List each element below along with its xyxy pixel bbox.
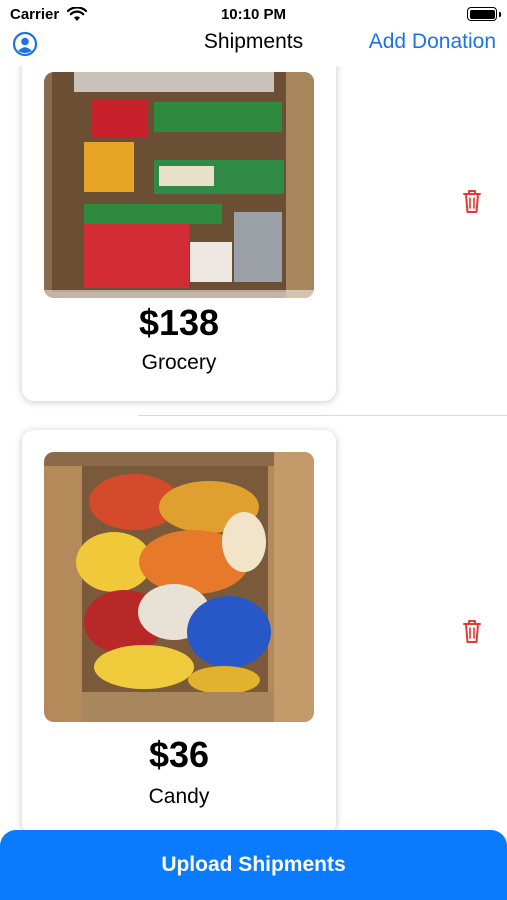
upload-shipments-button[interactable]: Upload Shipments (0, 830, 507, 900)
shipment-photo (44, 452, 314, 722)
navigation-bar: Shipments Add Donation (0, 26, 507, 66)
shipment-list[interactable]: $138 Grocery $36 Candy (0, 66, 507, 831)
shipment-price: $36 (148, 734, 210, 775)
battery-icon (467, 7, 501, 21)
trash-icon[interactable] (461, 618, 483, 644)
shipment-category: Candy (148, 785, 210, 808)
shipment-row[interactable]: $138 Grocery (0, 66, 507, 416)
clock-time: 10:10 PM (220, 6, 287, 23)
shipment-card[interactable]: $138 Grocery (22, 66, 336, 401)
shipment-photo (44, 72, 314, 298)
shipment-category: Grocery (141, 351, 217, 374)
shipment-row[interactable]: $36 Candy (0, 416, 507, 831)
shipment-price: $138 (138, 302, 220, 343)
shipment-card[interactable]: $36 Candy (22, 430, 336, 831)
trash-icon[interactable] (461, 188, 483, 214)
add-donation-button[interactable]: Add Donation (369, 30, 496, 54)
